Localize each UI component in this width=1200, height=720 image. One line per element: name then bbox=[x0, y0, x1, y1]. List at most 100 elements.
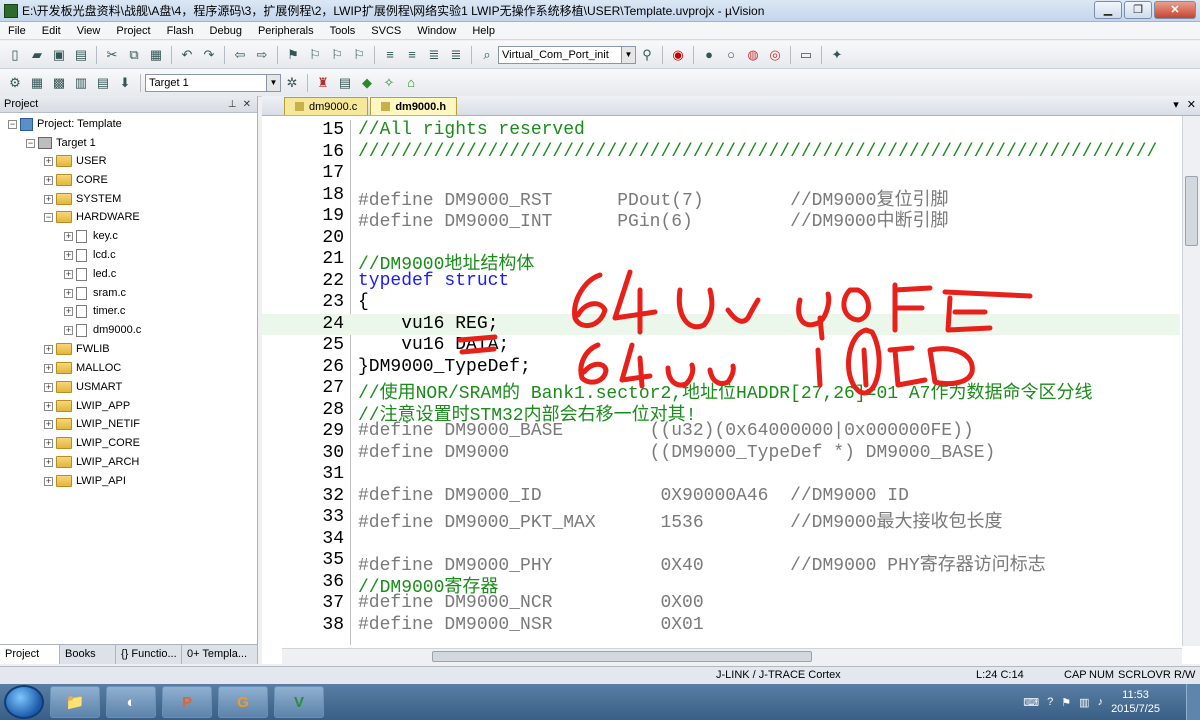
menu-help[interactable]: Help bbox=[464, 25, 503, 37]
target-options-icon[interactable]: ✲ bbox=[283, 74, 301, 92]
code-line[interactable]: 37 #define DM9000_NCR 0X00 bbox=[262, 593, 1180, 615]
collapse-icon[interactable]: − bbox=[26, 138, 35, 148]
tree-file-led[interactable]: + led.c bbox=[64, 266, 116, 282]
target-combo[interactable]: Target 1 ▼ bbox=[145, 73, 281, 92]
expand-icon[interactable]: + bbox=[44, 419, 53, 429]
menu-debug[interactable]: Debug bbox=[202, 25, 250, 37]
collapse-icon[interactable]: − bbox=[44, 212, 53, 222]
menu-edit[interactable]: Edit bbox=[34, 25, 69, 37]
code-line[interactable]: 25 vu16 DATA; bbox=[262, 335, 1180, 357]
debug-session-icon[interactable]: ◉ bbox=[669, 46, 687, 64]
batch-build-icon[interactable]: ▥ bbox=[72, 74, 90, 92]
expand-icon[interactable]: + bbox=[64, 231, 73, 241]
scroll-thumb[interactable] bbox=[1185, 176, 1198, 246]
code-line[interactable]: 24 vu16 REG; bbox=[262, 313, 1180, 335]
open-folder-icon[interactable]: ▰ bbox=[28, 46, 46, 64]
nav-back-icon[interactable]: ⇦ bbox=[231, 46, 249, 64]
panel-close-icon[interactable]: ✕ bbox=[243, 99, 251, 110]
vertical-scrollbar[interactable] bbox=[1182, 116, 1200, 646]
volume-icon[interactable]: ♪ bbox=[1098, 696, 1104, 708]
tree-group-system[interactable]: + SYSTEM bbox=[44, 191, 121, 207]
menu-project[interactable]: Project bbox=[108, 25, 158, 37]
tree-group-lwip-app[interactable]: + LWIP_APP bbox=[44, 398, 130, 414]
start-button[interactable] bbox=[4, 685, 44, 719]
tab-project[interactable]: Project bbox=[0, 645, 60, 664]
code-line[interactable]: 22 typedef struct bbox=[262, 271, 1180, 293]
tree-file-key[interactable]: + key.c bbox=[64, 228, 118, 244]
code-line[interactable]: 34 bbox=[262, 529, 1180, 551]
code-line[interactable]: 29 #define DM9000_BASE ((u32)(0x64000000|… bbox=[262, 421, 1180, 443]
tree-group-lwip-arch[interactable]: + LWIP_ARCH bbox=[44, 454, 139, 470]
tab-functions[interactable]: {} Functio... bbox=[116, 645, 182, 664]
tree-root[interactable]: − Project: Template bbox=[8, 116, 122, 132]
breakpoint-enable-icon[interactable]: ○ bbox=[722, 46, 740, 64]
title-bar[interactable]: E:\开发板光盘资料\战舰\A盘\4，程序源码\3，扩展例程\2，LWIP扩展例… bbox=[0, 0, 1200, 22]
menu-tools[interactable]: Tools bbox=[322, 25, 364, 37]
expand-icon[interactable]: + bbox=[64, 269, 73, 279]
menu-svcs[interactable]: SVCS bbox=[363, 25, 409, 37]
menu-flash[interactable]: Flash bbox=[159, 25, 202, 37]
file-extensions-icon[interactable]: ▤ bbox=[336, 74, 354, 92]
expand-icon[interactable]: + bbox=[64, 306, 73, 316]
bookmark-icon[interactable]: ⚑ bbox=[284, 46, 302, 64]
taskbar-app-2[interactable]: ◐ bbox=[106, 686, 156, 718]
indent-icon[interactable]: ≡ bbox=[381, 46, 399, 64]
collapse-icon[interactable]: − bbox=[8, 119, 17, 129]
restore-button[interactable]: ❐ bbox=[1124, 0, 1152, 19]
stop-build-icon[interactable]: ▤ bbox=[94, 74, 112, 92]
breakpoint-kill-icon[interactable]: ◎ bbox=[766, 46, 784, 64]
tree-group-lwip-core[interactable]: + LWIP_CORE bbox=[44, 435, 140, 451]
save-all-icon[interactable]: ▤ bbox=[72, 46, 90, 64]
comment-icon[interactable]: ≣ bbox=[425, 46, 443, 64]
prev-bookmark-icon[interactable]: ⚐ bbox=[306, 46, 324, 64]
pin-icon[interactable]: ⊥ bbox=[228, 99, 237, 110]
rte-icon[interactable]: ⌂ bbox=[402, 74, 420, 92]
find-icon[interactable]: ⚲ bbox=[638, 46, 656, 64]
expand-icon[interactable]: + bbox=[44, 194, 53, 204]
pack-installer-icon[interactable]: ✧ bbox=[380, 74, 398, 92]
help-icon[interactable]: ? bbox=[1047, 696, 1053, 708]
expand-icon[interactable]: + bbox=[44, 156, 53, 166]
tab-list-icon[interactable]: ▾ bbox=[1173, 98, 1179, 111]
tab-dm9000-c[interactable]: dm9000.c bbox=[284, 97, 369, 115]
code-line[interactable]: 19 #define DM9000_INT PGin(6) //DM9000中断引… bbox=[262, 206, 1180, 232]
cut-icon[interactable]: ✂ bbox=[103, 46, 121, 64]
redo-icon[interactable]: ↷ bbox=[200, 46, 218, 64]
select-packs-icon[interactable]: ◆ bbox=[358, 74, 376, 92]
expand-icon[interactable]: + bbox=[44, 382, 53, 392]
tree-group-user[interactable]: + USER bbox=[44, 153, 107, 169]
code-line[interactable]: 33 #define DM9000_PKT_MAX 1536 //DM9000最大… bbox=[262, 507, 1180, 533]
close-button[interactable]: ✕ bbox=[1154, 0, 1196, 19]
close-tab-icon[interactable]: ✕ bbox=[1187, 98, 1196, 111]
code-line[interactable]: 18 #define DM9000_RST PDout(7) //DM9000复位… bbox=[262, 185, 1180, 211]
expand-icon[interactable]: + bbox=[44, 438, 53, 448]
copy-icon[interactable]: ⧉ bbox=[125, 46, 143, 64]
code-line[interactable]: 36//DM9000寄存器 bbox=[262, 572, 1180, 598]
translate-icon[interactable]: ⚙ bbox=[6, 74, 24, 92]
unindent-icon[interactable]: ≡ bbox=[403, 46, 421, 64]
flag-icon[interactable]: ⚑ bbox=[1061, 696, 1071, 709]
expand-icon[interactable]: + bbox=[44, 175, 53, 185]
code-line[interactable]: 15 //All rights reserved bbox=[262, 120, 1180, 142]
function-combo[interactable]: Virtual_Com_Port_init ▼ bbox=[498, 45, 636, 64]
taskbar-pdf[interactable]: G bbox=[218, 686, 268, 718]
breakpoint-disable-icon[interactable]: ◍ bbox=[744, 46, 762, 64]
clock[interactable]: 11:53 2015/7/25 bbox=[1111, 688, 1160, 716]
build-icon[interactable]: ▦ bbox=[28, 74, 46, 92]
expand-icon[interactable]: + bbox=[44, 363, 53, 373]
code-line[interactable]: 20 bbox=[262, 228, 1180, 250]
expand-icon[interactable]: + bbox=[64, 325, 73, 335]
tree-group-lwip-api[interactable]: + LWIP_API bbox=[44, 473, 126, 489]
tab-books[interactable]: Books bbox=[60, 645, 116, 664]
find-in-files-icon[interactable]: ⌕ bbox=[478, 46, 496, 64]
code-line[interactable]: 38 #define DM9000_NSR 0X01 bbox=[262, 615, 1180, 637]
taskbar-uvision[interactable]: V bbox=[274, 686, 324, 718]
scroll-thumb[interactable] bbox=[432, 651, 812, 662]
rebuild-icon[interactable]: ▩ bbox=[50, 74, 68, 92]
expand-icon[interactable]: + bbox=[44, 401, 53, 411]
tab-templates[interactable]: 0+ Templa... bbox=[182, 645, 258, 664]
code-line[interactable]: 26}DM9000_TypeDef; bbox=[262, 357, 1180, 379]
menu-file[interactable]: File bbox=[0, 25, 34, 37]
new-file-icon[interactable]: ▯ bbox=[6, 46, 24, 64]
expand-icon[interactable]: + bbox=[64, 250, 73, 260]
